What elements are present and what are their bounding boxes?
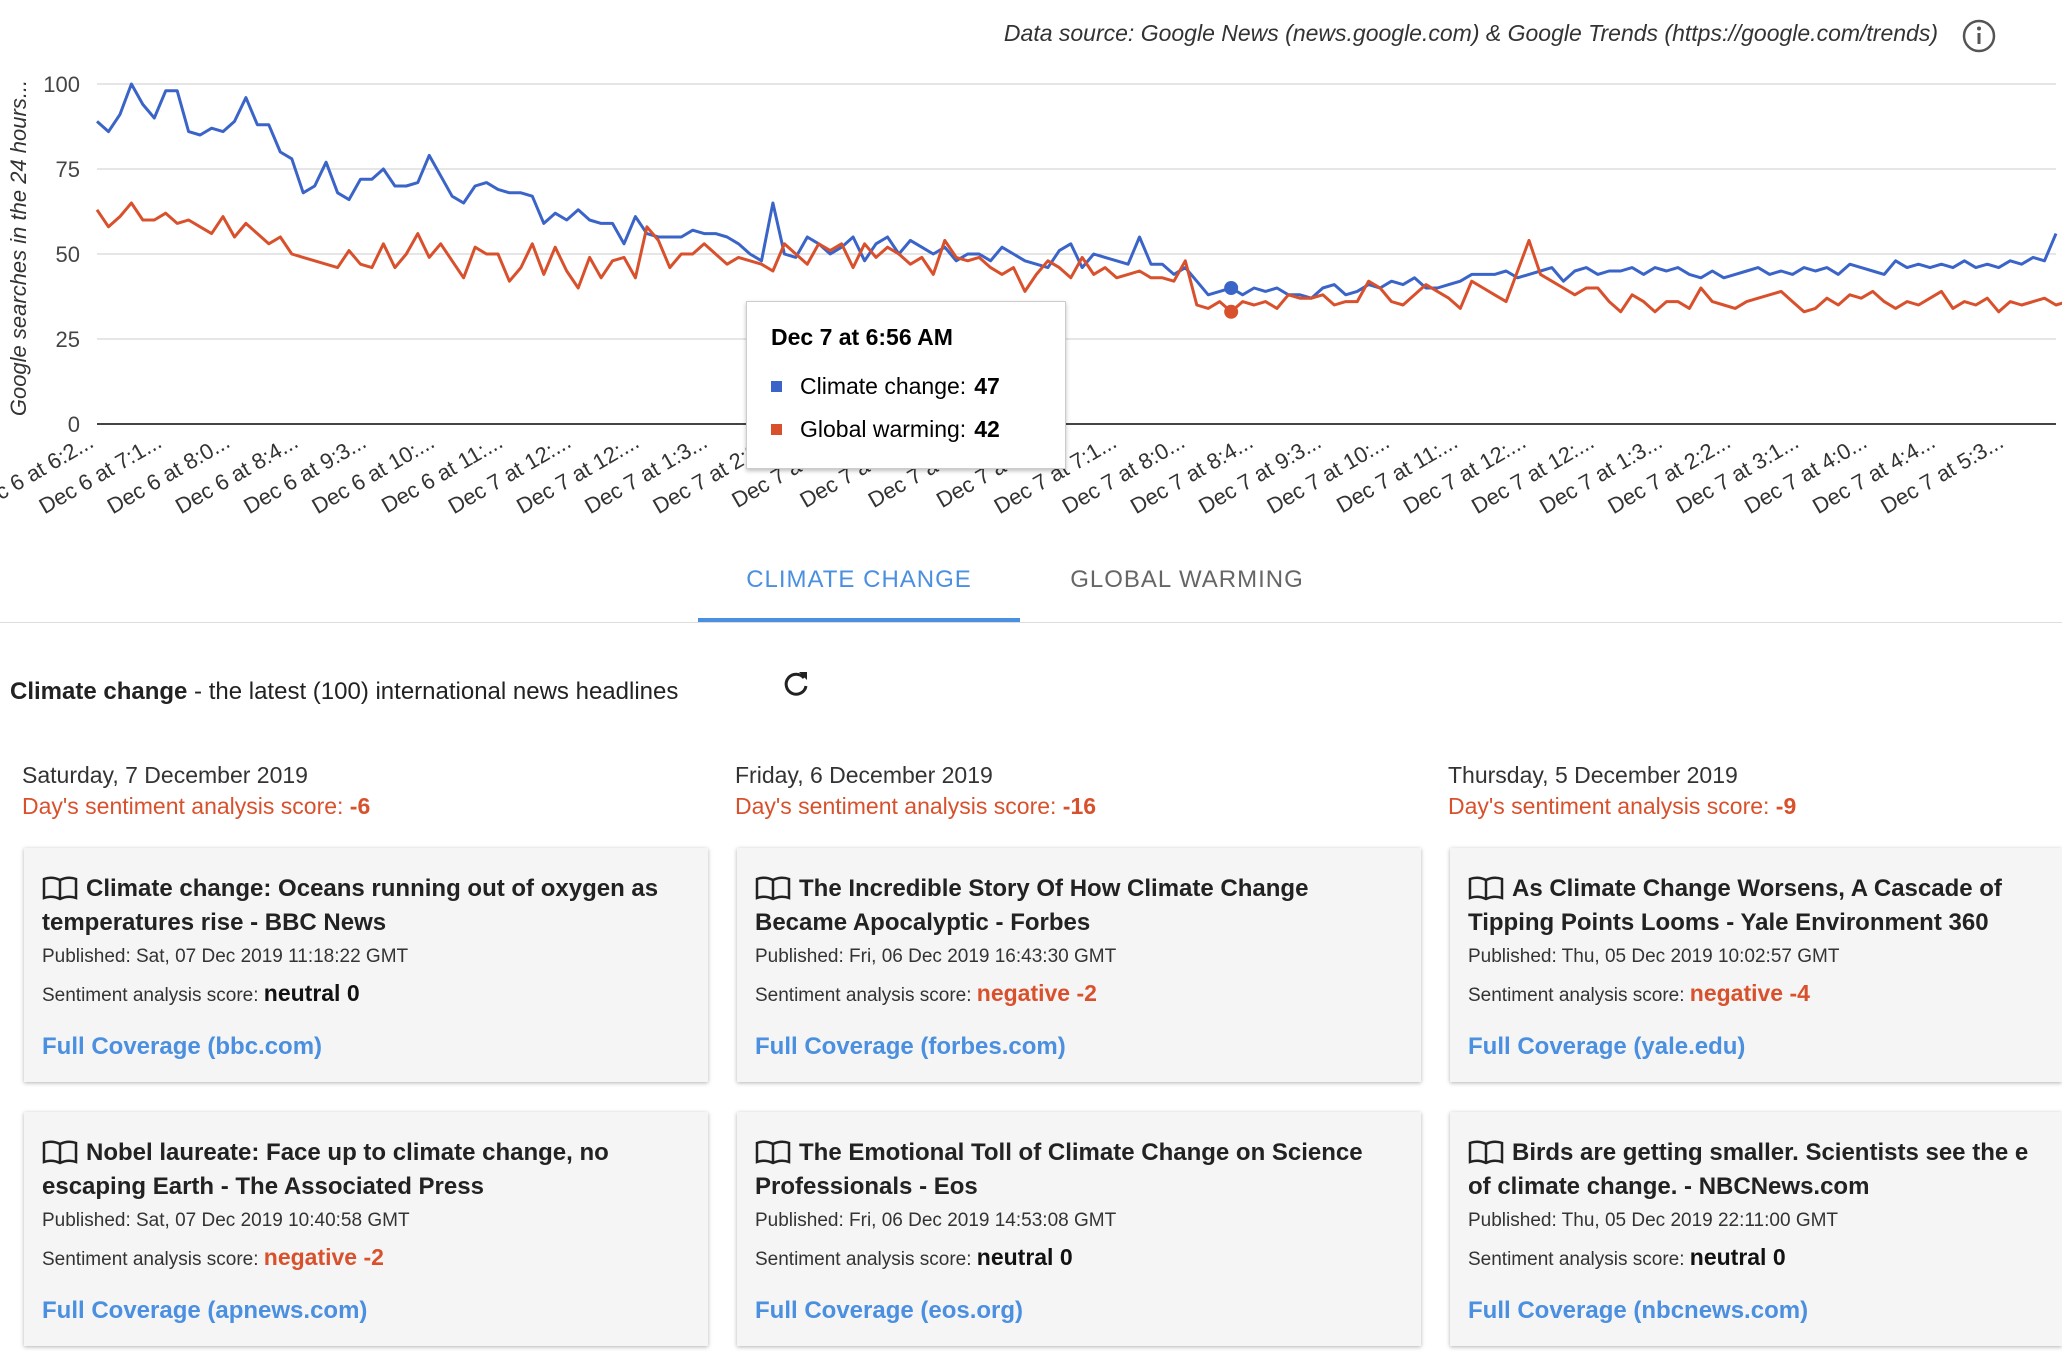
- tab-global-warming[interactable]: GLOBAL WARMING: [1030, 540, 1344, 620]
- y-tick-label: 25: [56, 327, 80, 352]
- tooltip-row-global-warming: Global warming: 42: [771, 416, 1041, 443]
- article-sentiment: Sentiment analysis score: neutral 0: [42, 980, 360, 1006]
- day-score: Day's sentiment analysis score: -9: [1448, 793, 1797, 819]
- y-tick-label: 50: [56, 242, 80, 267]
- tooltip-row-climate-change: Climate change: 47: [771, 373, 1041, 400]
- full-coverage-link[interactable]: Full Coverage (nbcnews.com): [1468, 1297, 2044, 1325]
- article-published: Published: Thu, 05 Dec 2019 22:11:00 GMT: [1468, 1210, 1839, 1231]
- y-tick-label: 75: [56, 157, 80, 182]
- headlines-subtitle: - the latest (100) international news he…: [187, 678, 679, 705]
- article-title[interactable]: Climate change: Oceans running out of ox…: [42, 872, 690, 942]
- book-icon: [42, 876, 78, 901]
- day-score: Day's sentiment analysis score: -6: [22, 793, 371, 819]
- chart-tooltip: Dec 7 at 6:56 AM Climate change: 47 Glob…: [746, 301, 1066, 469]
- article-title[interactable]: Birds are getting smaller. Scientists se…: [1468, 1136, 2044, 1206]
- article-title[interactable]: The Incredible Story Of How Climate Chan…: [755, 872, 1403, 942]
- topic-tabs: CLIMATE CHANGE GLOBAL WARMING: [0, 540, 2062, 623]
- hover-point-climate-change: [1224, 281, 1239, 295]
- article-title[interactable]: As Climate Change Worsens, A Cascade of …: [1468, 872, 2044, 942]
- y-axis-label: Google searches in the 24 hours...: [6, 80, 31, 416]
- article-card: As Climate Change Worsens, A Cascade of …: [1450, 848, 2062, 1082]
- day-date: Friday, 6 December 2019: [735, 762, 993, 788]
- full-coverage-link[interactable]: Full Coverage (forbes.com): [755, 1033, 1403, 1061]
- day-column-sat: Saturday, 7 December 2019 Day's sentimen…: [22, 762, 662, 820]
- y-tick-label: 100: [43, 72, 80, 97]
- legend-swatch-climate-change: [771, 381, 782, 392]
- day-column-thu: Thursday, 5 December 2019 Day's sentimen…: [1448, 762, 2062, 820]
- article-sentiment: Sentiment analysis score: negative -2: [755, 980, 1097, 1006]
- hover-point-global-warming: [1224, 304, 1239, 319]
- tab-climate-change[interactable]: CLIMATE CHANGE: [698, 540, 1020, 622]
- article-sentiment: Sentiment analysis score: negative -2: [42, 1244, 384, 1270]
- article-card: Climate change: Oceans running out of ox…: [24, 848, 708, 1082]
- article-published: Published: Sat, 07 Dec 2019 10:40:58 GMT: [42, 1210, 410, 1231]
- tooltip-cc-label: Climate change:: [800, 373, 967, 399]
- headlines-heading: Climate change - the latest (100) intern…: [10, 678, 678, 706]
- article-sentiment: Sentiment analysis score: negative -4: [1468, 980, 1810, 1006]
- article-card: The Emotional Toll of Climate Change on …: [737, 1112, 1421, 1346]
- tooltip-gw-label: Global warming:: [800, 416, 967, 442]
- article-card: Birds are getting smaller. Scientists se…: [1450, 1112, 2062, 1346]
- day-date: Saturday, 7 December 2019: [22, 762, 308, 788]
- day-score: Day's sentiment analysis score: -16: [735, 793, 1097, 819]
- day-column-fri: Friday, 6 December 2019 Day's sentiment …: [735, 762, 1375, 820]
- book-icon: [1468, 876, 1504, 901]
- tooltip-gw-value: 42: [974, 416, 1000, 442]
- article-published: Published: Thu, 05 Dec 2019 10:02:57 GMT: [1468, 946, 1840, 967]
- article-card: Nobel laureate: Face up to climate chang…: [24, 1112, 708, 1346]
- series-line-global-warming: [95, 201, 2062, 314]
- full-coverage-link[interactable]: Full Coverage (apnews.com): [42, 1297, 690, 1325]
- day-date: Thursday, 5 December 2019: [1448, 762, 1738, 788]
- article-sentiment: Sentiment analysis score: neutral 0: [755, 1244, 1073, 1270]
- article-published: Published: Sat, 07 Dec 2019 11:18:22 GMT: [42, 946, 409, 967]
- legend-swatch-global-warming: [771, 424, 782, 435]
- headlines-topic: Climate change: [10, 678, 188, 705]
- article-sentiment: Sentiment analysis score: neutral 0: [1468, 1244, 1786, 1270]
- book-icon: [1468, 1140, 1504, 1165]
- full-coverage-link[interactable]: Full Coverage (eos.org): [755, 1297, 1403, 1325]
- full-coverage-link[interactable]: Full Coverage (bbc.com): [42, 1033, 690, 1061]
- book-icon: [755, 876, 791, 901]
- article-title[interactable]: Nobel laureate: Face up to climate chang…: [42, 1136, 690, 1206]
- full-coverage-link[interactable]: Full Coverage (yale.edu): [1468, 1033, 2044, 1061]
- book-icon: [42, 1140, 78, 1165]
- article-published: Published: Fri, 06 Dec 2019 14:53:08 GMT: [755, 1210, 1117, 1231]
- article-published: Published: Fri, 06 Dec 2019 16:43:30 GMT: [755, 946, 1117, 967]
- article-title[interactable]: The Emotional Toll of Climate Change on …: [755, 1136, 1403, 1206]
- book-icon: [755, 1140, 791, 1165]
- article-card: The Incredible Story Of How Climate Chan…: [737, 848, 1421, 1082]
- tooltip-title: Dec 7 at 6:56 AM: [771, 324, 953, 350]
- refresh-icon[interactable]: [780, 668, 812, 700]
- tooltip-cc-value: 47: [974, 373, 1000, 399]
